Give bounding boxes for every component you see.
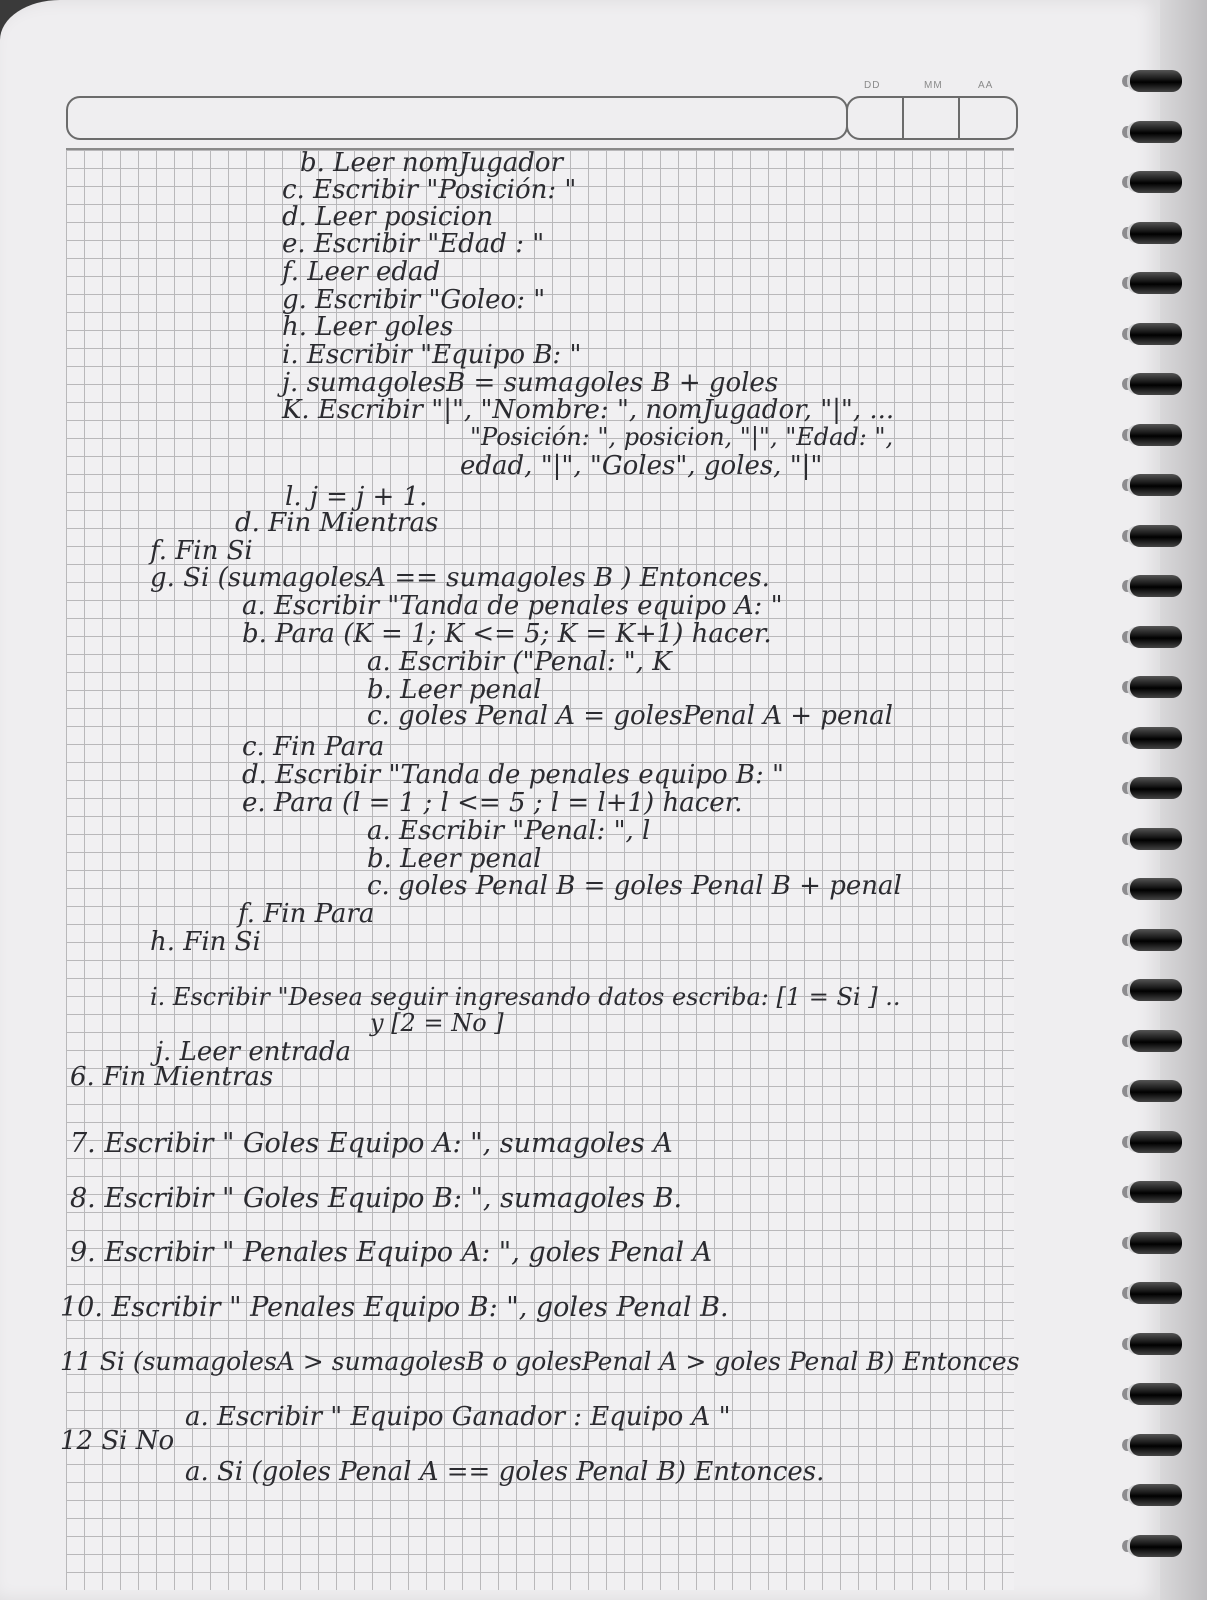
text-line: d. Fin Mientras (235, 508, 439, 538)
spiral-ring (1130, 322, 1182, 345)
spiral-ring (1130, 221, 1182, 244)
spiral-ring (1130, 171, 1182, 193)
text-line: K. Escribir "|", "Nombre: ", nomJugador,… (282, 395, 895, 425)
spiral-ring (1130, 625, 1182, 648)
text-line: a. Escribir "Penal: ", l (367, 816, 651, 846)
spiral-ring (1130, 777, 1182, 799)
spiral-ring (1130, 1534, 1182, 1557)
spiral-ring (1130, 676, 1182, 698)
text-line: b. Leer penal (367, 675, 542, 705)
text-line: 12 Si No (60, 1426, 175, 1456)
text-line: d. Escribir "Tanda de penales equipo B: … (242, 760, 785, 790)
text-line: f. Leer edad (282, 257, 441, 287)
date-separator (958, 98, 960, 138)
text-line: i. Escribir "Desea seguir ingresando dat… (150, 983, 901, 1011)
text-line: e. Escribir "Edad : " (282, 229, 545, 259)
text-line: c. goles Penal B = goles Penal B + penal (367, 871, 902, 901)
spiral-ring (1130, 827, 1182, 850)
spiral-ring (1130, 474, 1182, 496)
text-line: b. Leer penal (367, 844, 542, 874)
text-line: a. Escribir "Tanda de penales equipo A: … (242, 591, 783, 621)
date-label-year: AA (978, 80, 994, 91)
text-line: a. Escribir ("Penal: ", K (367, 647, 672, 677)
text-line: g. Si (sumagolesA == sumagoles B ) Enton… (150, 563, 770, 593)
text-line: 9. Escribir " Penales Equipo A: ", goles… (70, 1237, 713, 1268)
spiral-ring (1130, 1231, 1182, 1254)
text-line: h. Leer goles (282, 312, 454, 342)
spiral-ring (1130, 120, 1182, 143)
text-line: g. Escribir "Goleo: " (282, 285, 546, 315)
text-line: b. Para (K = 1; K <= 5; K = K+1) hacer. (242, 619, 772, 649)
text-line: b. Leer nomJugador (300, 148, 563, 178)
text-line: j. sumagolesB = sumagoles B + goles (282, 368, 779, 398)
text-line: a. Escribir " Equipo Ganador : Equipo A … (185, 1402, 731, 1432)
text-line: i. Escribir "Equipo B: " (282, 340, 582, 370)
spiral-ring (1130, 1332, 1182, 1355)
spiral-ring (1130, 726, 1182, 749)
spiral-ring (1130, 1433, 1182, 1456)
date-label-day: DD (864, 80, 881, 91)
header-title-box (66, 96, 848, 140)
date-separator (902, 98, 904, 138)
spiral-ring (1130, 1029, 1182, 1052)
spiral-ring (1130, 70, 1182, 92)
text-line: l. j = j + 1. (285, 482, 428, 512)
text-line: e. Para (l = 1 ; l <= 5 ; l = l+1) hacer… (242, 788, 743, 818)
spiral-ring (1130, 1130, 1182, 1153)
notebook-page: DD MM AA b. Leer nomJugador c. Escribir "… (0, 0, 1160, 1600)
header-date-box (846, 96, 1018, 140)
spiral-ring (1130, 575, 1182, 597)
spiral-ring (1130, 928, 1182, 951)
text-line: edad, "|", "Goles", goles, "|" (460, 451, 823, 481)
spiral-ring (1130, 878, 1182, 900)
text-line: c. Escribir "Posición: " (282, 175, 577, 205)
text-line: c. goles Penal A = golesPenal A + penal (367, 701, 893, 731)
text-line: y [2 = No ] (370, 1009, 504, 1037)
text-line: h. Fin Si (150, 927, 261, 957)
spiral-ring (1130, 524, 1182, 547)
text-line: 7. Escribir " Goles Equipo A: ", sumagol… (70, 1128, 673, 1159)
spiral-ring (1130, 272, 1182, 294)
spiral-ring (1130, 423, 1182, 446)
text-line: 11 Si (sumagolesA > sumagolesB o golesPe… (60, 1347, 1020, 1376)
text-line: "Posición: ", posicion, "|", "Edad: ", (470, 423, 894, 451)
spiral-ring (1130, 1181, 1182, 1203)
spiral-ring (1130, 373, 1182, 395)
spiral-ring (1130, 1383, 1182, 1405)
text-line: 8. Escribir " Goles Equipo B: ", sumagol… (70, 1183, 683, 1214)
spiral-ring (1130, 1080, 1182, 1102)
text-line: f. Fin Para (238, 899, 375, 929)
date-label-month: MM (924, 80, 943, 91)
spiral-ring (1130, 979, 1182, 1001)
spiral-ring (1130, 1484, 1182, 1506)
text-line: a. Si (goles Penal A == goles Penal B) E… (185, 1457, 825, 1487)
text-line: c. Fin Para (242, 732, 385, 762)
text-line: 10. Escribir " Penales Equipo B: ", gole… (60, 1292, 729, 1323)
text-line: f. Fin Si (150, 536, 253, 566)
spiral-ring (1130, 1282, 1182, 1304)
text-line: 6. Fin Mientras (70, 1062, 274, 1092)
text-line: d. Leer posicion (282, 202, 494, 232)
